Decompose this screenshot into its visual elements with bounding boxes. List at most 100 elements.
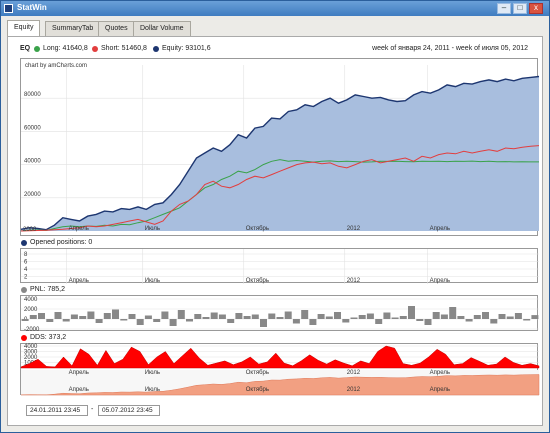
- pnl-bar: [95, 319, 103, 323]
- opened-positions-chart: 8 64 2 Апрель Июль Октябрь 2012 Апрель: [21, 249, 539, 284]
- tab-quotes[interactable]: Quotes: [98, 21, 135, 36]
- dds-chart: 4000300020001000АпрельИюльОктябрь2012Апр…: [20, 344, 540, 396]
- opened-x-label-1: Июль: [145, 278, 160, 284]
- pnl-bar: [457, 316, 465, 319]
- x-tick-label-5: Апрель: [430, 226, 450, 232]
- pnl-bar: [375, 319, 383, 324]
- pnl-bar: [268, 313, 276, 319]
- pnl-bar: [70, 314, 78, 319]
- tab-dollar-volume[interactable]: Dollar Volume: [133, 21, 191, 36]
- pnl-bar: [301, 310, 309, 319]
- pnl-bar: [202, 317, 210, 319]
- pnl-bar: [120, 319, 128, 321]
- scroller-x-label-0: Апрель: [69, 387, 89, 393]
- y-tick-label-0: 20000: [24, 192, 41, 198]
- pnl-tick-label-0: 4000: [24, 297, 38, 303]
- pnl-tick-label-1: 2000: [24, 307, 38, 313]
- equity-chart-panel[interactable]: chart by amCharts.com 20000 40000 60000 800…: [20, 58, 540, 236]
- tab-equity[interactable]: Equity: [7, 20, 41, 36]
- pnl-bar: [136, 319, 144, 325]
- pnl-bar: [21, 319, 29, 321]
- pnl-label: PNL: 785,2: [30, 286, 66, 293]
- pnl-bar: [79, 316, 87, 319]
- pnl-bar: [465, 319, 473, 322]
- pnl-bar: [334, 312, 341, 319]
- dds-panel[interactable]: 4000300020001000АпрельИюльОктябрь2012Апр…: [20, 343, 540, 396]
- pnl-bar: [432, 312, 440, 319]
- scroller-x-label-4: Апрель: [430, 387, 450, 393]
- opened-x-label-4: Апрель: [430, 278, 450, 284]
- pnl-bar: [506, 316, 514, 319]
- pnl-bar: [366, 313, 374, 319]
- scroller-x-label-3: 2012: [347, 387, 361, 393]
- pnl-bar: [276, 317, 284, 319]
- app-icon: [4, 4, 13, 13]
- scroller-x-label-2: Октябрь: [246, 387, 269, 393]
- pnl-bar: [29, 315, 37, 319]
- dds-x-label-3: 2012: [347, 370, 361, 376]
- opened-tick-label-0: 8: [24, 252, 28, 258]
- close-button[interactable]: x: [529, 3, 543, 14]
- short-legend: Short: 51460,8: [101, 45, 147, 52]
- y-tick-label-3: 80000: [24, 92, 41, 98]
- opened-positions-label: Opened positions: 0: [30, 239, 93, 246]
- pnl-chart: 400020000-2000: [21, 297, 539, 333]
- x-tick-label-1: Апрель: [69, 226, 89, 232]
- pnl-bar: [408, 306, 415, 319]
- equity-tab-content: EQ Long: 41640,8 Short: 51460,8 Equity: …: [7, 36, 543, 426]
- title-bar[interactable]: StatWin – □ x: [1, 1, 549, 16]
- pnl-bar: [128, 314, 136, 319]
- dds-marker: [21, 335, 27, 341]
- tab-strip: Equity SummaryTab Quotes Dollar Volume: [7, 20, 537, 36]
- pnl-bar: [144, 315, 152, 319]
- pnl-panel[interactable]: 400020000-2000: [20, 295, 539, 333]
- pnl-bar: [440, 314, 448, 319]
- pnl-bar: [194, 314, 202, 319]
- pnl-bar: [449, 307, 457, 319]
- pnl-bar: [38, 313, 45, 319]
- pnl-bar: [416, 319, 424, 321]
- pnl-bar: [153, 319, 161, 322]
- pnl-bar: [87, 311, 95, 319]
- pnl-bar: [317, 314, 325, 319]
- x-tick-label-2: Июль: [145, 226, 160, 232]
- pnl-bar: [218, 314, 226, 319]
- pnl-bar: [54, 312, 62, 319]
- x-tick-label-4: 2012: [347, 226, 361, 232]
- equity-chart: 20000 40000 60000 80000 2000 Апрель Июль Октябр…: [20, 65, 540, 233]
- pnl-bar: [531, 315, 539, 319]
- pnl-bar: [260, 319, 267, 327]
- pnl-bar: [523, 319, 531, 321]
- opened-x-label-2: Октябрь: [246, 278, 269, 284]
- pnl-bar: [325, 316, 333, 319]
- pnl-bar: [424, 319, 432, 325]
- pnl-bar: [292, 319, 300, 324]
- opened-x-label-3: 2012: [347, 278, 361, 284]
- pnl-bar: [243, 316, 251, 319]
- pnl-bar: [235, 313, 243, 319]
- pnl-bar: [251, 314, 259, 319]
- pnl-bar: [161, 311, 169, 319]
- pnl-bar: [227, 319, 235, 323]
- dds-x-label-2: Октябрь: [246, 370, 269, 376]
- opened-positions-panel[interactable]: 8 6 4 2 Апрель Июль Октябрь 2012 Апрель: [20, 248, 539, 284]
- y-tick-label-2: 60000: [24, 125, 41, 131]
- pnl-bar: [350, 317, 358, 319]
- period-range-text: week of января 24, 2011 - week of июля 0…: [372, 45, 528, 52]
- opened-tick-label-2: 4: [24, 267, 28, 273]
- pnl-bar: [514, 313, 522, 319]
- date-from-field[interactable]: 24.01.2011 23:45: [26, 405, 88, 416]
- window-title: StatWin: [17, 3, 47, 12]
- maximize-button[interactable]: □: [513, 3, 527, 14]
- pnl-bar: [399, 316, 407, 319]
- pnl-bar: [177, 310, 185, 319]
- long-legend: Long: 41640,8: [43, 45, 88, 52]
- pnl-bar: [342, 319, 350, 323]
- opened-tick-label-3: 2: [24, 275, 28, 281]
- x-tick-label-3: Октябрь: [246, 226, 269, 232]
- dds-x-label-1: Июль: [145, 370, 160, 376]
- minimize-button[interactable]: –: [497, 3, 511, 14]
- x-tick-label-0: 2000: [23, 227, 37, 233]
- tab-summary[interactable]: SummaryTab: [45, 21, 101, 36]
- date-to-field[interactable]: 05.07.2012 23:45: [98, 405, 160, 416]
